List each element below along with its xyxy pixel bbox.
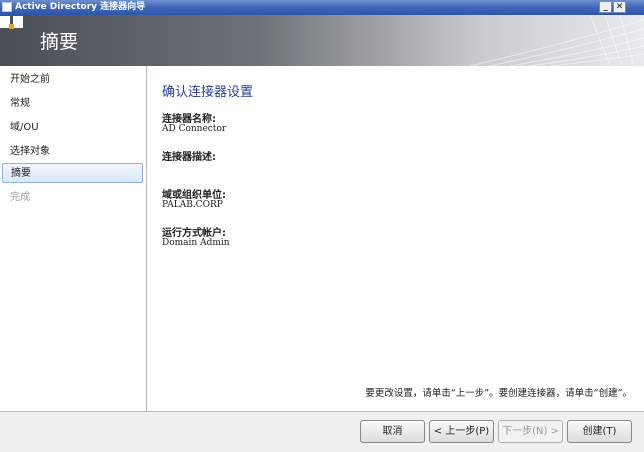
instruction-note: 要更改设置，请单击“上一步”。要创建连接器，请单击“创建”。 <box>365 388 632 399</box>
wizard-pages-icon <box>0 16 23 29</box>
sidebar-item-general[interactable]: 常规 <box>0 94 146 114</box>
header-decoration <box>469 15 644 66</box>
connector-name-label: 连接器名称: <box>162 114 216 125</box>
cancel-button[interactable]: 取消 <box>360 420 425 443</box>
app-icon <box>2 2 12 12</box>
connector-name-value: AD Connector <box>162 124 227 134</box>
summary-panel: 确认连接器设置 连接器名称: AD Connector 连接器描述: 域或组织单… <box>148 66 644 411</box>
domain-ou-label: 域或组织单位: <box>162 190 226 201</box>
next-button: 下一步(N) > <box>498 420 563 443</box>
domain-ou-value: PALAB.CORP <box>162 200 223 210</box>
run-as-account-label: 运行方式帐户: <box>162 228 226 239</box>
create-button[interactable]: 创建(T) <box>567 420 632 443</box>
run-as-account-value: Domain Admin <box>162 238 230 248</box>
wizard-steps-sidebar: 开始之前 常规 域/OU 选择对象 摘要 完成 <box>0 66 147 411</box>
close-button[interactable]: ✕ <box>613 1 626 13</box>
connector-description-label: 连接器描述: <box>162 152 216 163</box>
wizard-footer: 取消 < 上一步(P) 下一步(N) > 创建(T) <box>0 411 644 452</box>
sidebar-item-domain-ou[interactable]: 域/OU <box>0 118 146 138</box>
page-title: 摘要 <box>40 31 79 53</box>
sidebar-item-before-you-begin[interactable]: 开始之前 <box>0 70 146 90</box>
back-button[interactable]: < 上一步(P) <box>429 420 494 443</box>
section-title: 确认连接器设置 <box>162 85 254 100</box>
window-titlebar: Active Directory 连接器向导 _ ✕ <box>0 0 644 15</box>
sidebar-item-summary[interactable]: 摘要 <box>2 163 143 183</box>
sidebar-item-completion: 完成 <box>10 192 30 203</box>
sidebar-item-select-objects[interactable]: 选择对象 <box>0 142 146 162</box>
minimize-button[interactable]: _ <box>599 1 612 13</box>
window-title: Active Directory 连接器向导 <box>15 2 146 12</box>
wizard-header: 摘要 <box>0 15 644 66</box>
